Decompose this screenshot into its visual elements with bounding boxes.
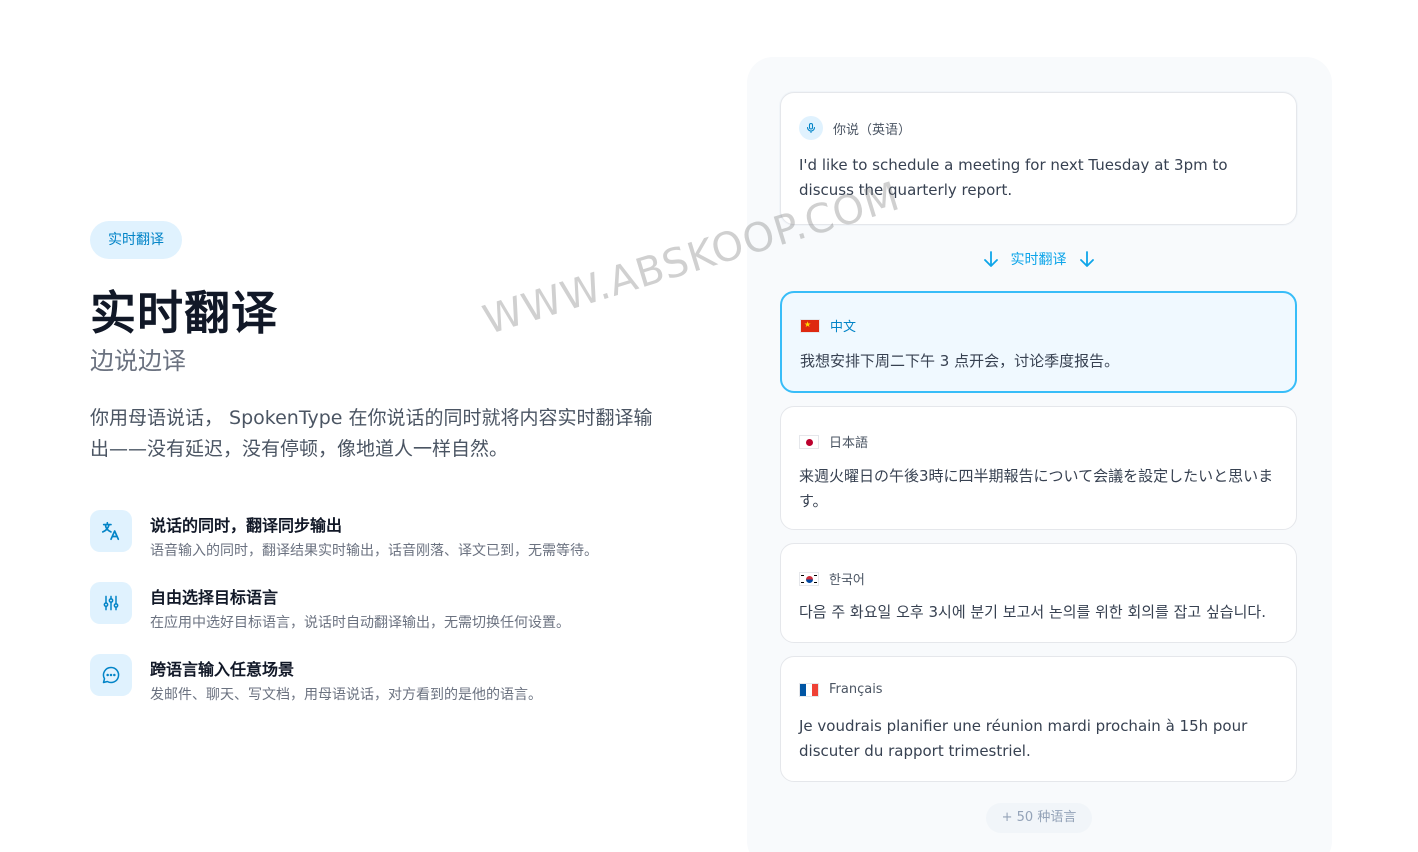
language-label: Français <box>829 682 883 697</box>
section-badge: 实时翻译 <box>90 221 182 259</box>
translation-card-korean[interactable]: 한국어 다음 주 화요일 오후 3시에 분기 보고서 논의를 위한 회의를 잡고… <box>780 543 1297 643</box>
translation-card-chinese[interactable]: ★ 中文 我想安排下周二下午 3 点开会，讨论季度报告。 <box>780 291 1297 393</box>
sliders-icon <box>90 582 132 624</box>
language-label: 한국어 <box>829 573 865 588</box>
arrow-down-icon <box>1079 250 1095 268</box>
feature-item: 自由选择目标语言 在应用中选好目标语言，说话时自动翻译输出，无需切换任何设置。 <box>90 582 690 654</box>
page: 实时翻译 实时翻译 边说边译 你用母语说话， SpokenType 在你说话的同… <box>0 0 1418 852</box>
more-languages-badge[interactable]: + 50 种语言 <box>986 803 1092 833</box>
japan-flag-icon <box>799 434 819 449</box>
chat-bubble-icon <box>90 654 132 696</box>
feature-title: 说话的同时，翻译同步输出 <box>150 516 343 535</box>
translated-text: Je voudrais planifier une réunion mardi … <box>799 717 1248 760</box>
page-subtitle: 边说边译 <box>90 347 186 375</box>
france-flag-icon <box>799 682 819 697</box>
china-flag-icon: ★ <box>800 318 820 333</box>
feature-item: 跨语言输入任意场景 发邮件、聊天、写文档，用母语说话，对方看到的是他的语言。 <box>90 654 690 726</box>
feature-title: 跨语言输入任意场景 <box>150 660 295 679</box>
feature-list: 说话的同时，翻译同步输出 语音输入的同时，翻译结果实时输出，话音刚落、译文已到，… <box>90 510 690 726</box>
arrow-down-icon <box>983 250 999 268</box>
translated-text: 다음 주 화요일 오후 3시에 분기 보고서 논의를 위한 회의를 잡고 싶습니… <box>799 603 1266 621</box>
translate-icon <box>90 510 132 552</box>
feature-title: 自由选择目标语言 <box>150 588 279 607</box>
language-label: 日本語 <box>829 436 869 451</box>
translation-card-french[interactable]: Français Je voudrais planifier une réuni… <box>780 656 1297 782</box>
page-description: 你用母语说话， SpokenType 在你说话的同时就将内容实时翻译输出——没有… <box>90 407 653 460</box>
feature-desc: 发邮件、聊天、写文档，用母语说话，对方看到的是他的语言。 <box>150 687 542 703</box>
feature-desc: 在应用中选好目标语言，说话时自动翻译输出，无需切换任何设置。 <box>150 615 570 631</box>
feature-intro: 实时翻译 实时翻译 边说边译 你用母语说话， SpokenType 在你说话的同… <box>90 221 690 726</box>
divider-label: 实时翻译 <box>1010 252 1067 268</box>
translated-text: 来週火曜日の午後3時に四半期報告について会議を設定したいと思います。 <box>799 467 1274 510</box>
translation-card-japanese[interactable]: 日本語 来週火曜日の午後3時に四半期報告について会議を設定したいと思います。 <box>780 406 1297 530</box>
language-label: 中文 <box>830 320 857 335</box>
source-language-label: 你说（英语） <box>833 122 912 138</box>
translated-text: 我想安排下周二下午 3 点开会，讨论季度报告。 <box>800 352 1120 370</box>
feature-desc: 语音输入的同时，翻译结果实时输出，话音刚落、译文已到，无需等待。 <box>150 543 598 559</box>
page-title: 实时翻译 <box>90 286 278 340</box>
feature-item: 说话的同时，翻译同步输出 语音输入的同时，翻译结果实时输出，话音刚落、译文已到，… <box>90 510 690 582</box>
source-speech-card: 你说（英语） I'd like to schedule a meeting fo… <box>780 92 1297 225</box>
translation-divider: 实时翻译 <box>780 247 1297 271</box>
source-text: I'd like to schedule a meeting for next … <box>799 156 1228 199</box>
microphone-icon <box>799 116 823 140</box>
korea-flag-icon <box>799 571 819 586</box>
